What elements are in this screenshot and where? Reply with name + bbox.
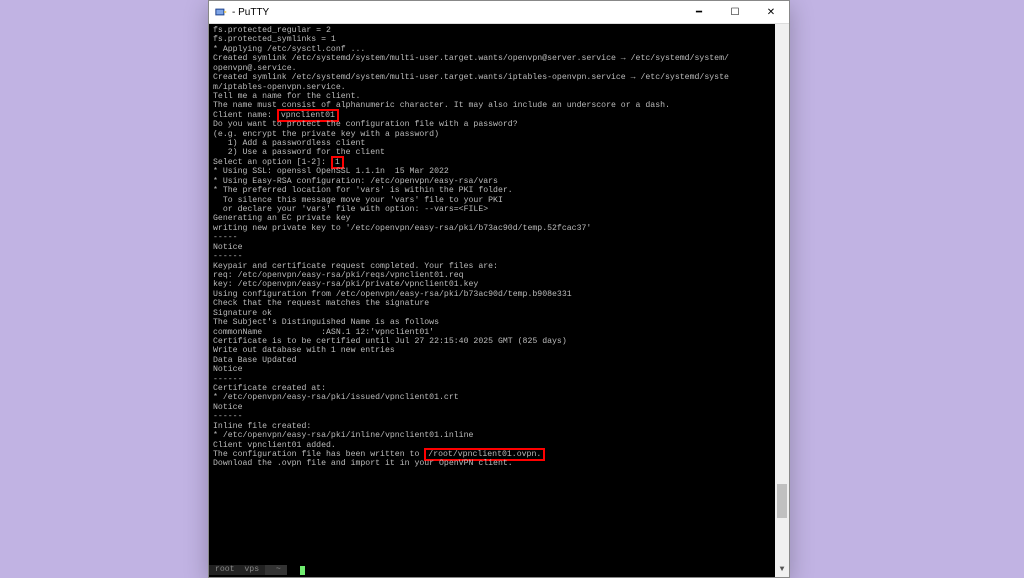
cursor bbox=[300, 566, 305, 575]
scroll-track[interactable] bbox=[775, 38, 789, 563]
maximize-button[interactable]: ☐ bbox=[717, 1, 753, 23]
terminal[interactable]: ▲ ▼ fs.protected_regular = 2fs.protected… bbox=[209, 24, 789, 577]
prompt-tail bbox=[287, 565, 299, 575]
prompt: root vps ~ bbox=[209, 565, 305, 575]
scroll-down-arrow[interactable]: ▼ bbox=[775, 563, 789, 577]
titlebar[interactable]: - PuTTY ━ ☐ ✕ bbox=[209, 1, 789, 24]
window-title: - PuTTY bbox=[232, 7, 681, 18]
minimize-button[interactable]: ━ bbox=[681, 1, 717, 23]
putty-icon bbox=[215, 6, 227, 18]
scroll-thumb[interactable] bbox=[777, 484, 787, 518]
putty-window: - PuTTY ━ ☐ ✕ ▲ ▼ fs.protected_regular =… bbox=[208, 0, 790, 578]
prompt-path: ~ bbox=[265, 565, 287, 575]
close-button[interactable]: ✕ bbox=[753, 1, 789, 23]
terminal-content: fs.protected_regular = 2fs.protected_sym… bbox=[213, 26, 771, 577]
scrollbar[interactable]: ▲ ▼ bbox=[775, 24, 789, 577]
prompt-user: root vps bbox=[209, 565, 265, 575]
